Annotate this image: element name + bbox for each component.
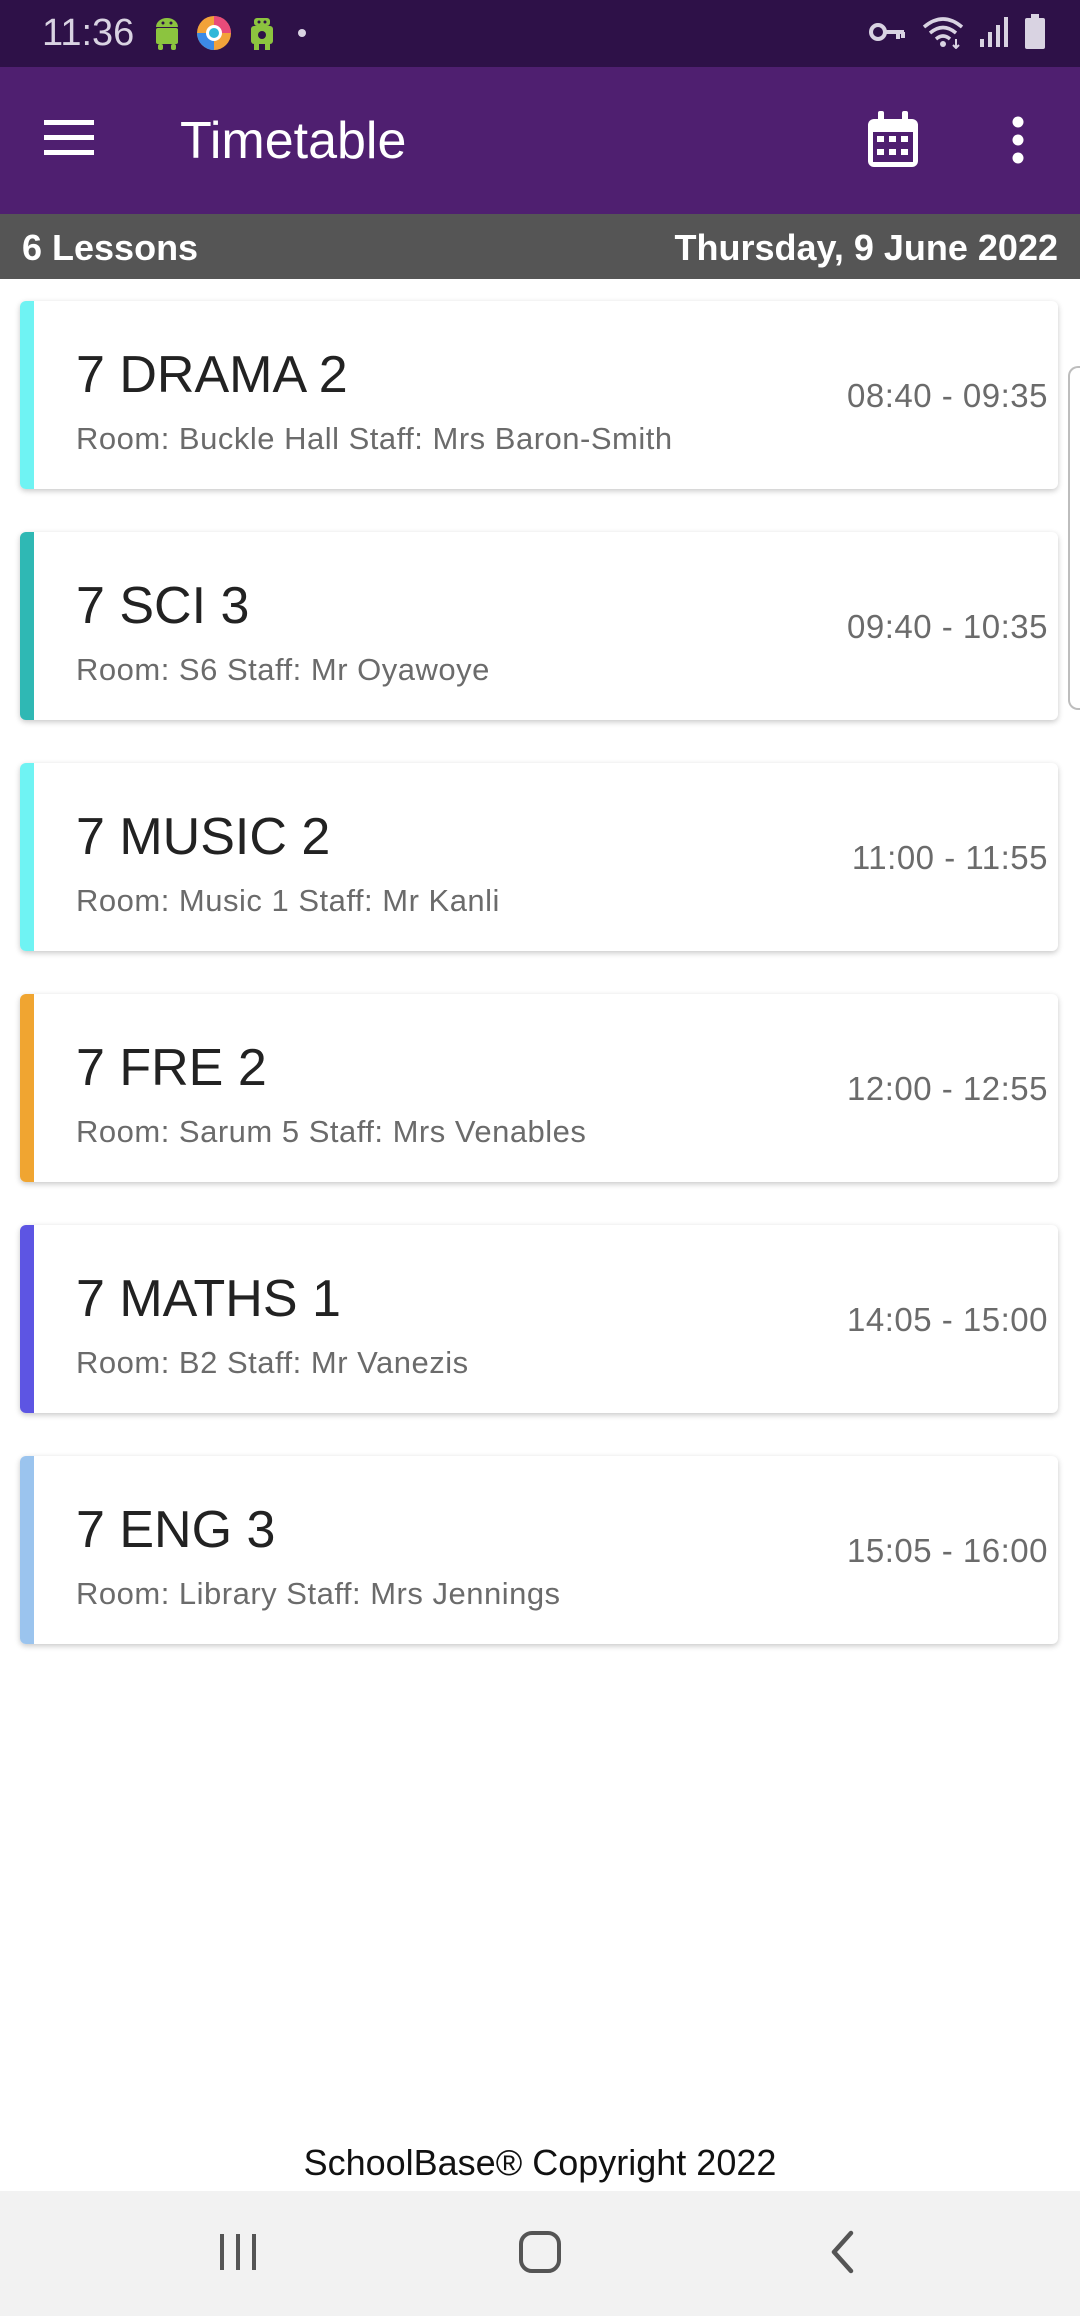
date-header: 6 Lessons Thursday, 9 June 2022 [0,214,1080,279]
back-icon [827,2229,857,2280]
lesson-color-stripe [20,1225,34,1413]
lesson-time: 09:40 - 10:35 [847,608,1048,645]
lesson-card[interactable]: 7 MUSIC 2 Room: Music 1 Staff: Mr Kanli … [20,763,1058,951]
system-nav-bar [0,2191,1080,2316]
page-title: Timetable [180,112,407,170]
hamburger-menu-icon [44,119,94,161]
lesson-subject: 7 MATHS 1 [76,1270,341,1328]
recents-icon [216,2232,260,2277]
lesson-details: Room: Music 1 Staff: Mr Kanli [76,883,500,918]
lesson-details: Room: Buckle Hall Staff: Mrs Baron-Smith [76,421,673,456]
lesson-details: Room: S6 Staff: Mr Oyawoye [76,652,490,687]
lesson-card[interactable]: 7 SCI 3 Room: S6 Staff: Mr Oyawoye 09:40… [20,532,1058,720]
menu-button[interactable] [30,107,108,173]
notification-icons [152,15,312,55]
scroll-indicator[interactable] [1068,366,1080,710]
lesson-time: 08:40 - 09:35 [847,377,1048,414]
system-status-icons [868,13,1046,55]
signal-icon [978,15,1010,54]
lesson-time: 12:00 - 12:55 [847,1070,1048,1107]
lesson-subject: 7 DRAMA 2 [76,346,348,404]
more-vertical-icon [1011,116,1025,169]
lesson-time: 15:05 - 16:00 [847,1532,1048,1569]
lesson-color-stripe [20,994,34,1182]
status-bar: 11:36 [0,0,1080,67]
android-robot-icon [246,16,278,55]
lesson-subject: 7 FRE 2 [76,1039,267,1097]
lesson-color-stripe [20,763,34,951]
app-bar: Timetable [0,67,1080,214]
selected-date: Thursday, 9 June 2022 [674,227,1058,268]
lesson-card[interactable]: 7 FRE 2 Room: Sarum 5 Staff: Mrs Venable… [20,994,1058,1182]
back-button[interactable] [797,2221,887,2287]
recents-button[interactable] [193,2221,283,2287]
wifi-icon [922,15,964,54]
lesson-time: 11:00 - 11:55 [851,839,1048,876]
home-icon [517,2229,563,2280]
lesson-color-stripe [20,532,34,720]
calendar-icon [866,110,920,174]
battery-icon [1024,13,1046,55]
timetable-screen: 11:36 Timetable 6 Lessons Thursday, 9 Ju… [0,0,1080,2316]
lesson-count: 6 Lessons [22,227,199,268]
copyright-footer: SchoolBase® Copyright 2022 [303,2142,777,2183]
dot-icon [292,16,312,55]
browser-icon [196,15,232,56]
lesson-details: Room: B2 Staff: Mr Vanezis [76,1345,469,1380]
calendar-button[interactable] [858,107,928,177]
lesson-details: Room: Library Staff: Mrs Jennings [76,1576,561,1611]
lesson-color-stripe [20,301,34,489]
vpn-key-icon [868,17,908,52]
android-icon [152,16,182,55]
lesson-card[interactable]: 7 ENG 3 Room: Library Staff: Mrs Jenning… [20,1456,1058,1644]
lesson-color-stripe [20,1456,34,1644]
lesson-details: Room: Sarum 5 Staff: Mrs Venables [76,1114,587,1149]
lesson-card[interactable]: 7 DRAMA 2 Room: Buckle Hall Staff: Mrs B… [20,301,1058,489]
more-options-button[interactable] [988,107,1048,177]
lesson-card[interactable]: 7 MATHS 1 Room: B2 Staff: Mr Vanezis 14:… [20,1225,1058,1413]
home-button[interactable] [495,2221,585,2287]
lesson-time: 14:05 - 15:00 [847,1301,1048,1338]
lesson-subject: 7 MUSIC 2 [76,808,331,866]
lesson-subject: 7 ENG 3 [76,1501,276,1559]
lesson-subject: 7 SCI 3 [76,577,250,635]
status-time: 11:36 [42,12,135,54]
